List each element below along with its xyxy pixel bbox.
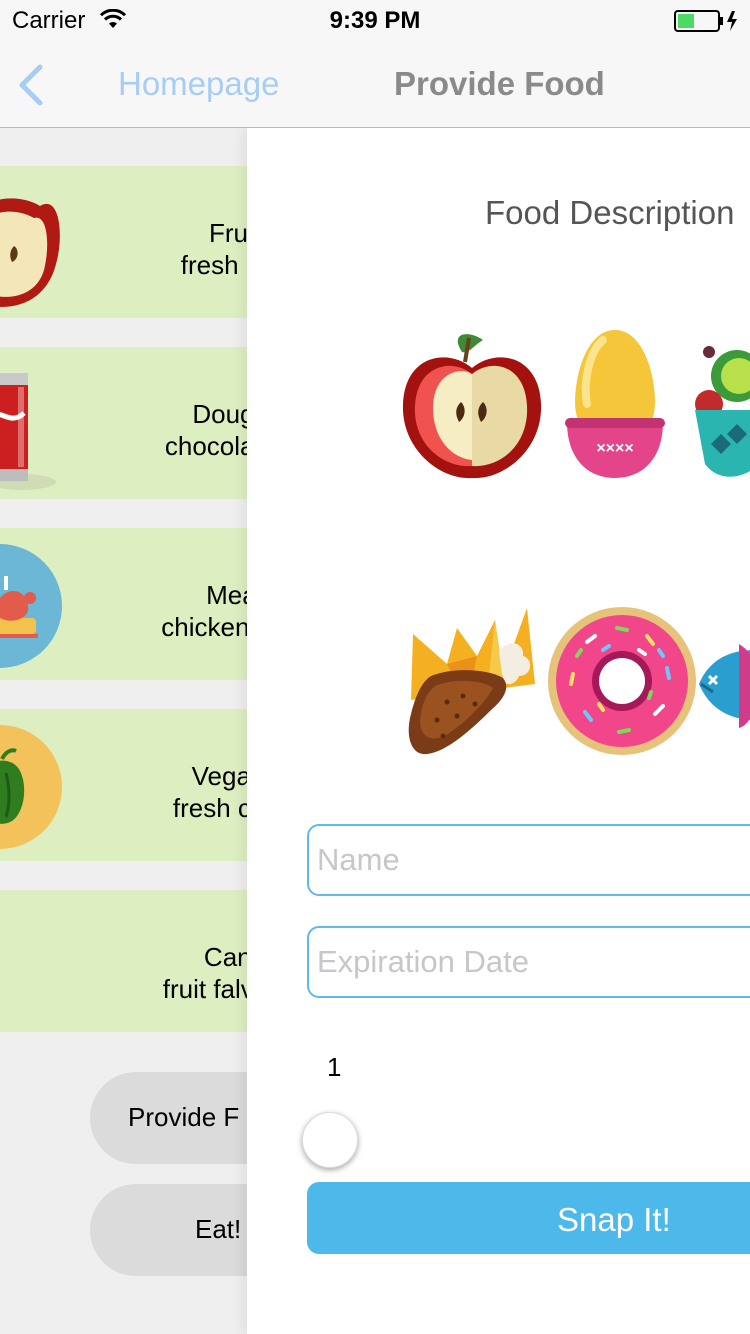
donut-icon[interactable] <box>547 606 697 756</box>
list-item-category: Fruit <box>209 218 250 248</box>
list-item-text: Cand fruit falvor (1 <box>0 941 250 1005</box>
list-item-detail: chocolate fa <box>164 431 250 461</box>
chevron-left-icon[interactable] <box>16 64 46 106</box>
list-item-category: Vegatal <box>191 761 250 791</box>
back-button[interactable]: Homepage <box>118 65 279 103</box>
navigation-bar: Homepage Provide Food <box>0 40 750 128</box>
panel-title: Food Description <box>485 194 735 231</box>
food-description-panel: Food Description ×××× Name Expiration Da… <box>247 128 750 1334</box>
salad-bowl-icon[interactable] <box>695 344 750 490</box>
eat-button-label: Eat! <box>195 1214 242 1244</box>
name-input[interactable] <box>309 826 750 894</box>
quantity-slider-thumb[interactable] <box>302 1112 358 1168</box>
list-item-category: Doughr <box>192 399 250 429</box>
list-item-text: Fruit fresh app <box>0 217 250 281</box>
status-bar: Carrier 9:39 PM <box>0 0 750 40</box>
snap-it-button-label: Snap It! <box>557 1201 671 1238</box>
name-field[interactable] <box>307 824 750 896</box>
list-item-text: Doughr chocolate fa <box>0 398 250 462</box>
quantity-value: 1 <box>327 1052 342 1082</box>
list-item[interactable]: Vegatal fresh carro <box>0 709 250 861</box>
svg-text:××××: ×××× <box>596 440 633 457</box>
list-item-text: Vegatal fresh carro <box>0 760 250 824</box>
list-item-category: Meat <box>206 580 250 610</box>
apple-icon[interactable] <box>399 328 545 484</box>
list-item[interactable]: Cand fruit falvor (1 <box>0 890 250 1032</box>
expiration-date-input[interactable] <box>309 928 750 996</box>
status-time: 9:39 PM <box>329 7 421 34</box>
list-item-category: Cand <box>203 942 250 972</box>
page-title: Provide Food <box>394 65 605 102</box>
expiration-date-field[interactable] <box>307 926 750 998</box>
list-item[interactable]: Fruit fresh app <box>0 166 250 318</box>
list-item-detail: fresh app <box>180 250 250 280</box>
list-item-detail: fruit falvor (1 <box>162 974 250 1004</box>
battery-icon <box>674 10 737 32</box>
list-item[interactable]: Doughr chocolate fa <box>0 347 250 499</box>
provide-food-button-label: Provide F <box>128 1102 240 1132</box>
list-item-detail: chicken brea <box>161 612 250 642</box>
snap-it-button[interactable]: Snap It! <box>307 1182 750 1254</box>
chicken-leg-icon[interactable] <box>407 604 541 760</box>
fish-icon[interactable] <box>699 640 750 730</box>
list-item[interactable]: Meat chicken brea <box>0 528 250 680</box>
list-item-detail: fresh carro <box>172 793 250 823</box>
egg-icon[interactable]: ×××× <box>563 326 667 486</box>
list-item-text: Meat chicken brea <box>0 579 250 643</box>
